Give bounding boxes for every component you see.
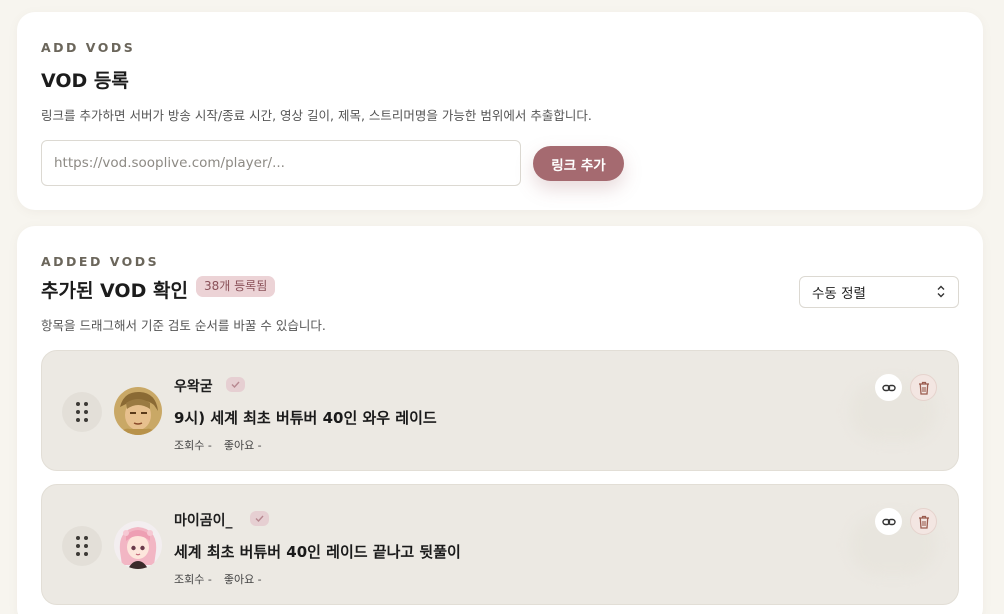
streamer-name: 마이곰이_ — [174, 513, 233, 529]
added-vods-description: 항목을 드래그해서 기준 검토 순서를 바꿀 수 있습니다. — [41, 318, 326, 333]
vod-list-item[interactable]: 우왁굳 9시) 세계 최초 버튜버 40인 와우 레이드 조회수 - 좋아요 - — [41, 350, 959, 471]
streamer-name: 우왁굳 — [174, 379, 213, 395]
chevron-updown-icon — [936, 285, 946, 300]
vod-stats: 조회수 - 좋아요 - — [174, 571, 262, 587]
vod-count-badge: 38개 등록됨 — [196, 276, 276, 297]
sort-select-value: 수동 정렬 — [812, 286, 866, 302]
vod-list-item[interactable]: 마이곰이_ 세계 최초 버튜버 40인 레이드 끝나고 뒷풀이 조회수 - 좋아요… — [41, 484, 959, 605]
vod-title: 9시) 세계 최초 버튜버 40인 와우 레이드 — [174, 409, 437, 427]
check-icon — [250, 511, 269, 526]
trash-icon[interactable] — [910, 508, 937, 535]
check-icon — [226, 377, 245, 392]
vod-title: 세계 최초 버튜버 40인 레이드 끝나고 뒷풀이 — [174, 543, 461, 561]
link-icon[interactable] — [875, 374, 902, 401]
drag-handle-icon[interactable] — [62, 392, 102, 432]
add-vods-description: 링크를 추가하면 서버가 방송 시작/종료 시간, 영상 길이, 제목, 스트리… — [41, 108, 592, 123]
drag-handle-icon[interactable] — [62, 526, 102, 566]
link-icon[interactable] — [875, 508, 902, 535]
view-count: 조회수 - — [174, 573, 212, 586]
like-count: 좋아요 - — [223, 439, 262, 452]
streamer-avatar — [114, 387, 162, 435]
like-count: 좋아요 - — [223, 573, 262, 586]
sort-select[interactable]: 수동 정렬 — [799, 276, 959, 308]
vod-stats: 조회수 - 좋아요 - — [174, 437, 262, 453]
trash-icon[interactable] — [910, 374, 937, 401]
add-link-button[interactable]: 링크 추가 — [533, 146, 624, 181]
add-vods-eyebrow: ADD VODS — [41, 40, 136, 55]
added-vods-title: 추가된 VOD 확인 — [41, 280, 188, 302]
view-count: 조회수 - — [174, 439, 212, 452]
add-vods-card: ADD VODS VOD 등록 링크를 추가하면 서버가 방송 시작/종료 시간… — [17, 12, 983, 210]
added-vods-card: ADDED VODS 추가된 VOD 확인 38개 등록됨 수동 정렬 항목을 … — [17, 226, 983, 614]
vod-url-input[interactable] — [41, 140, 521, 186]
add-vods-title: VOD 등록 — [41, 70, 129, 92]
added-vods-eyebrow: ADDED VODS — [41, 254, 160, 269]
streamer-avatar — [114, 521, 162, 569]
